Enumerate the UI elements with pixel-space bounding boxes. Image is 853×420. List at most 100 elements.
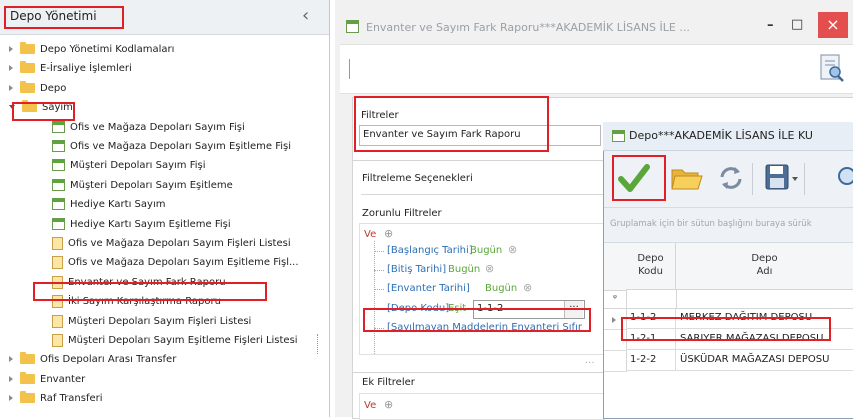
open-folder-icon[interactable] [671,165,703,191]
tree-item-label: E-İrsaliye İşlemleri [40,63,132,74]
report-window-icon [346,20,359,33]
folder-icon [20,81,35,93]
tree-item-label: Raf Transferi [40,393,103,404]
filter-cell-name[interactable] [676,290,853,309]
tree-item[interactable]: Hediye Kartı Sayım Eşitleme Fişi [52,216,231,234]
highlight-filters [354,96,549,152]
filter-cell-code[interactable] [626,290,677,309]
tree-item[interactable]: Müşteri Depoları Sayım Eşitleme [52,177,233,195]
minimize-button[interactable]: – [767,18,774,33]
folder-icon [20,352,35,364]
refresh-icon[interactable] [716,164,746,192]
splitter-handle[interactable] [317,334,321,354]
tree-item-label: Müşteri Depoları Sayım Fişleri Listesi [68,316,252,327]
folder-icon [20,372,35,384]
column-header-depo-adi[interactable]: Depo Adı [676,243,853,290]
tree-item-label: Depo Yönetimi Kodlamaları [40,44,175,55]
filter-options-label: Filtreleme Seçenekleri [362,173,473,184]
extra-filters-label: Ek Filtreler [362,377,415,388]
tree-item-label: Ofis ve Mağaza Depoları Sayım Eşitleme F… [68,257,299,268]
tree-item[interactable]: Müşteri Depoları Sayım Eşitleme Fişleri … [52,332,298,350]
expand-arrow-icon[interactable] [9,356,13,362]
required-filters-label: Zorunlu Filtreler [362,208,442,219]
condition-value[interactable]: Bugün [448,264,480,275]
tree-item-label: Ofis ve Mağaza Depoları Sayım Fişi [70,122,245,133]
report-toolbar [340,44,853,94]
highlight-sayim [12,102,75,121]
expand-arrow-icon[interactable] [9,395,13,401]
report-window-title: Envanter ve Sayım Fark Raporu***AKADEMİK… [366,21,690,34]
tree-item[interactable]: E-İrsaliye İşlemleri [9,60,132,78]
depo-dialog-title: Depo***AKADEMİK LİSANS İLE KU [629,129,813,142]
depo-dialog-title-bar: Depo***AKADEMİK LİSANS İLE KU [603,122,853,151]
tree-item[interactable]: Ofis ve Mağaza Depoları Sayım Eşitleme F… [52,138,291,156]
cell-depo-adi[interactable]: ÜSKÜDAR MAĞAZASI DEPOSU [676,350,853,371]
operator-ve[interactable]: Ve [364,229,376,240]
tree-item[interactable]: Ofis Depoları Arası Transfer [9,351,176,369]
extra-condition-tree: Ve ⊕ [359,393,605,420]
tree-item[interactable]: Ofis ve Mağaza Depoları Sayım Fişleri Li… [52,235,291,253]
remove-condition-icon[interactable]: ⊗ [485,262,494,275]
column-header-depo-kodu[interactable]: Depo Kodu [626,243,676,290]
splitter-dots[interactable]: ··· [585,358,595,369]
tree-item[interactable]: Ofis ve Mağaza Depoları Sayım Eşitleme F… [52,254,299,272]
tree-item-label: Depo [40,83,67,94]
tree-item[interactable]: Hediye Kartı Sayım [52,196,165,214]
tree-item[interactable]: Müşteri Depoları Sayım Fişi [52,157,206,175]
remove-condition-icon[interactable]: ⊗ [523,281,532,294]
condition-field[interactable]: [Başlangıç Tarihi] [387,245,473,256]
expand-arrow-icon[interactable] [9,376,13,382]
tree-item[interactable]: Envanter [9,371,85,389]
report-list-icon [52,255,63,269]
highlight-envanter-report [33,282,267,301]
condition-value[interactable]: Bugün [470,245,502,256]
tree-item-label: Ofis Depoları Arası Transfer [40,354,177,365]
expand-arrow-icon[interactable] [9,46,13,52]
folder-icon [20,61,35,73]
cell-depo-kodu[interactable]: 1-2-2 [626,350,676,371]
condition-value[interactable]: Bugün [485,283,517,294]
form-icon [52,198,65,210]
report-list-icon [52,314,63,328]
save-dropdown-icon[interactable] [792,174,798,185]
add-condition-icon[interactable]: ⊕ [384,227,393,240]
report-list-icon [52,333,63,347]
condition-field[interactable]: [Envanter Tarihi] [387,283,470,294]
form-icon [52,179,65,191]
filter-row-icon[interactable]: ᵩ [604,290,627,309]
form-icon [52,140,65,152]
group-by-hint: Gruplamak için bir sütun başlığını buray… [610,219,812,229]
tree-item[interactable]: Raf Transferi [9,390,103,408]
expand-arrow-icon[interactable] [9,85,13,91]
group-by-panel[interactable]: Gruplamak için bir sütun başlığını buray… [604,208,853,243]
folder-icon [20,391,35,403]
collapse-panel-button[interactable]: ‹ [302,5,309,26]
tree-item[interactable]: Depo [9,80,66,98]
remove-condition-icon[interactable]: ⊗ [508,243,517,256]
search-icon[interactable] [837,164,853,192]
folder-icon [20,42,35,54]
form-icon [52,159,65,171]
tree-item[interactable]: Depo Yönetimi Kodlamaları [9,41,174,59]
form-icon [52,218,65,230]
extra-operator-ve[interactable]: Ve [364,400,376,411]
tree-item[interactable]: Müşteri Depoları Sayım Fişleri Listesi [52,313,251,331]
tree-item[interactable]: Ofis ve Mağaza Depoları Sayım Fişi [52,119,245,137]
navigation-panel: Depo Yönetimi ‹ Depo Yönetimi Kodlamalar… [0,0,330,417]
tree-item-label: Ofis ve Mağaza Depoları Sayım Fişleri Li… [68,238,291,249]
report-list-icon [52,236,63,250]
run-report-icon[interactable] [818,53,846,83]
toolbar-caret [349,59,350,79]
tree-item-label: Envanter [40,374,86,385]
save-icon[interactable] [764,163,790,193]
highlight-depo-kodu [363,308,591,332]
condition-field[interactable]: [Bitiş Tarihi] [387,264,446,275]
maximize-button[interactable]: □ [791,17,803,32]
highlight-ok-button [612,155,666,201]
tree-item-label: Müşteri Depoları Sayım Fişi [70,160,206,171]
add-extra-condition-icon[interactable]: ⊕ [384,398,393,411]
highlight-navigation-title [4,6,124,29]
expand-arrow-icon[interactable] [9,65,13,71]
close-button[interactable]: × [818,12,848,38]
tree-item-label: Hediye Kartı Sayım [70,199,166,210]
